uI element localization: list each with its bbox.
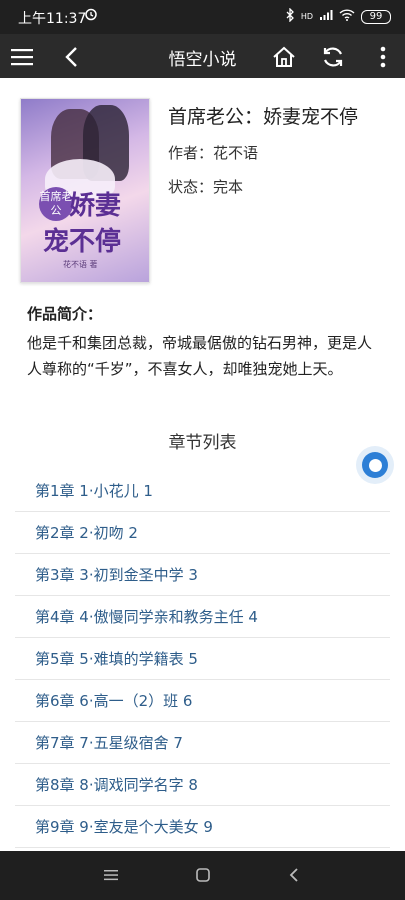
more-icon[interactable] (367, 41, 399, 73)
book-author: 作者：花不语 (168, 144, 259, 162)
chapter-item[interactable]: 第9章 9·室友是个大美女 9 (15, 806, 390, 848)
cover-author: 花不语 著 (63, 260, 98, 269)
network-label: HD (300, 12, 313, 21)
cover-title-line2: 宠不停 (43, 227, 122, 257)
wifi-icon (339, 9, 355, 24)
status-bar: 上午11:37 HD 99 (0, 0, 405, 34)
chapter-item[interactable]: 第8章 8·调戏同学名字 8 (15, 764, 390, 806)
cover-badge: 首席老公 (39, 187, 73, 221)
status-time: 上午11:37 (18, 11, 87, 27)
home-icon[interactable] (268, 41, 300, 73)
book-cover[interactable]: 首席老公 娇妻 宠不停 花不语 著 (20, 98, 150, 283)
system-nav-bar (0, 851, 405, 900)
chapter-item[interactable]: 第1章 1·小花儿 1 (15, 470, 390, 512)
chapter-list: 第1章 1·小花儿 1 第2章 2·初吻 2 第3章 3·初到金圣中学 3 第4… (15, 470, 390, 848)
chapter-item[interactable]: 第3章 3·初到金圣中学 3 (15, 554, 390, 596)
signal-icon (319, 9, 333, 24)
intro-heading: 作品简介： (27, 305, 103, 323)
chapter-list-heading: 章节列表 (168, 433, 237, 453)
chapter-item[interactable]: 第4章 4·傲慢同学亲和教务主任 4 (15, 596, 390, 638)
chapter-item[interactable]: 第2章 2·初吻 2 (15, 512, 390, 554)
home-nav-icon[interactable] (189, 863, 217, 887)
battery-indicator: 99 (361, 9, 391, 24)
chapter-item[interactable]: 第5章 5·难填的学籍表 5 (15, 638, 390, 680)
back-nav-icon[interactable] (280, 863, 308, 887)
chapter-item[interactable]: 第6章 6·高一（2）班 6 (15, 680, 390, 722)
book-info: 首席老公 娇妻 宠不停 花不语 著 首席老公：娇妻宠不停 作者：花不语 状态：完… (20, 98, 390, 283)
book-title: 首席老公：娇妻宠不停 (168, 106, 359, 128)
status-icons: HD 99 (285, 7, 391, 25)
alarm-icon (84, 7, 98, 25)
cover-title-line1: 娇妻 (69, 191, 122, 221)
intro-text: 他是千和集团总裁，帝城最倨傲的钻石男神，更是人人尊称的“千岁”，不喜女人，却唯独… (27, 334, 373, 378)
bluetooth-icon (285, 7, 295, 25)
recent-apps-icon[interactable] (97, 863, 125, 887)
app-bar: 悟空小说 (0, 34, 405, 78)
chapter-item[interactable]: 第7章 7·五星级宿舍 7 (15, 722, 390, 764)
refresh-icon[interactable] (317, 41, 349, 73)
book-status: 状态：完本 (168, 178, 244, 196)
